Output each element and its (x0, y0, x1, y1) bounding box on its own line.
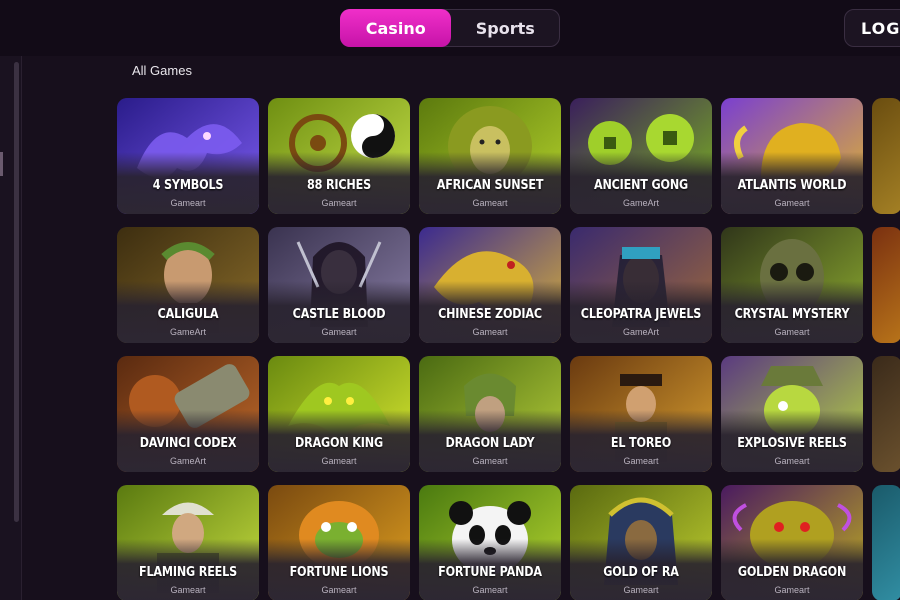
game-provider: Gameart (774, 585, 810, 595)
game-card[interactable]: FORTUNE LIONS Gameart (268, 485, 410, 600)
login-button[interactable]: LOG I (844, 9, 900, 47)
game-title: CASTLE BLOOD (292, 307, 386, 322)
game-card[interactable]: AFRICAN SUNSET Gameart (419, 98, 561, 214)
game-title: ATLANTIS WORLD (737, 178, 847, 193)
game-title: AFRICAN SUNSET (436, 178, 544, 193)
game-card[interactable]: FORTUNE PANDA Gameart (419, 485, 561, 600)
game-title: GOLD OF RA (603, 565, 679, 580)
game-title: 88 RICHES (307, 178, 371, 193)
sidebar-indicator (0, 152, 3, 176)
game-provider: Gameart (472, 585, 508, 595)
game-card[interactable]: CRYSTAL MYSTERY Gameart (721, 227, 863, 343)
game-card[interactable]: EXPLOSIVE REELS Gameart (721, 356, 863, 472)
game-thumbnail (872, 227, 900, 343)
game-card[interactable] (872, 356, 900, 472)
game-provider: Gameart (774, 198, 810, 208)
game-thumbnail (872, 485, 900, 600)
game-card[interactable]: GOLDEN DRAGON Gameart (721, 485, 863, 600)
game-card[interactable]: ATLANTIS WORLD Gameart (721, 98, 863, 214)
game-provider: Gameart (321, 198, 357, 208)
game-title: CHINESE ZODIAC (438, 307, 542, 322)
game-card[interactable]: DRAGON KING Gameart (268, 356, 410, 472)
game-title: DAVINCI CODEX (139, 436, 237, 451)
game-card[interactable]: 88 RICHES Gameart (268, 98, 410, 214)
game-title: FORTUNE PANDA (438, 565, 542, 580)
game-provider: GameArt (169, 456, 206, 466)
game-title: EXPLOSIVE REELS (737, 436, 847, 451)
game-card[interactable]: DRAGON LADY Gameart (419, 356, 561, 472)
section-title: All Games (132, 63, 192, 78)
game-card[interactable]: DAVINCI CODEX GameArt (117, 356, 259, 472)
game-provider: Gameart (321, 456, 357, 466)
game-card[interactable]: 4 SYMBOLS Gameart (117, 98, 259, 214)
casino-sports-toggle: Casino Sports (340, 9, 560, 47)
game-provider: Gameart (774, 456, 810, 466)
game-title: ANCIENT GONG (593, 178, 689, 193)
game-card[interactable]: ANCIENT GONG GameArt (570, 98, 712, 214)
top-bar: Casino Sports LOG I (0, 0, 900, 56)
game-card[interactable]: CASTLE BLOOD Gameart (268, 227, 410, 343)
game-card[interactable]: GOLD OF RA Gameart (570, 485, 712, 600)
game-card[interactable]: CLEOPATRA JEWELS GameArt (570, 227, 712, 343)
game-provider: GameArt (622, 327, 659, 337)
game-title: CLEOPATRA JEWELS (580, 307, 702, 322)
game-card[interactable] (872, 485, 900, 600)
game-card[interactable] (872, 227, 900, 343)
game-title: CRYSTAL MYSTERY (734, 307, 850, 322)
scrollbar[interactable] (14, 62, 19, 522)
game-title: 4 SYMBOLS (152, 178, 224, 193)
game-title: CALIGULA (157, 307, 219, 322)
game-title: FORTUNE LIONS (289, 565, 389, 580)
game-provider: Gameart (472, 327, 508, 337)
game-thumbnail (872, 356, 900, 472)
game-provider: GameArt (169, 327, 206, 337)
game-provider: Gameart (472, 198, 508, 208)
game-title: DRAGON LADY (445, 436, 535, 451)
game-title: GOLDEN DRAGON (737, 565, 847, 580)
game-card[interactable]: CALIGULA GameArt (117, 227, 259, 343)
game-provider: Gameart (623, 585, 659, 595)
game-card[interactable]: CHINESE ZODIAC Gameart (419, 227, 561, 343)
game-provider: Gameart (472, 456, 508, 466)
game-provider: Gameart (170, 585, 206, 595)
game-provider: Gameart (170, 198, 206, 208)
game-card[interactable] (872, 98, 900, 214)
game-title: EL TOREO (610, 436, 672, 451)
tab-sports[interactable]: Sports (451, 9, 559, 47)
game-provider: Gameart (623, 456, 659, 466)
game-provider: Gameart (774, 327, 810, 337)
game-provider: GameArt (622, 198, 659, 208)
game-provider: Gameart (321, 327, 357, 337)
tab-casino[interactable]: Casino (340, 9, 452, 47)
game-card[interactable]: EL TOREO Gameart (570, 356, 712, 472)
game-card[interactable]: FLAMING REELS Gameart (117, 485, 259, 600)
game-title: DRAGON KING (295, 436, 383, 451)
game-provider: Gameart (321, 585, 357, 595)
game-title: FLAMING REELS (139, 565, 237, 580)
game-thumbnail (872, 98, 900, 214)
